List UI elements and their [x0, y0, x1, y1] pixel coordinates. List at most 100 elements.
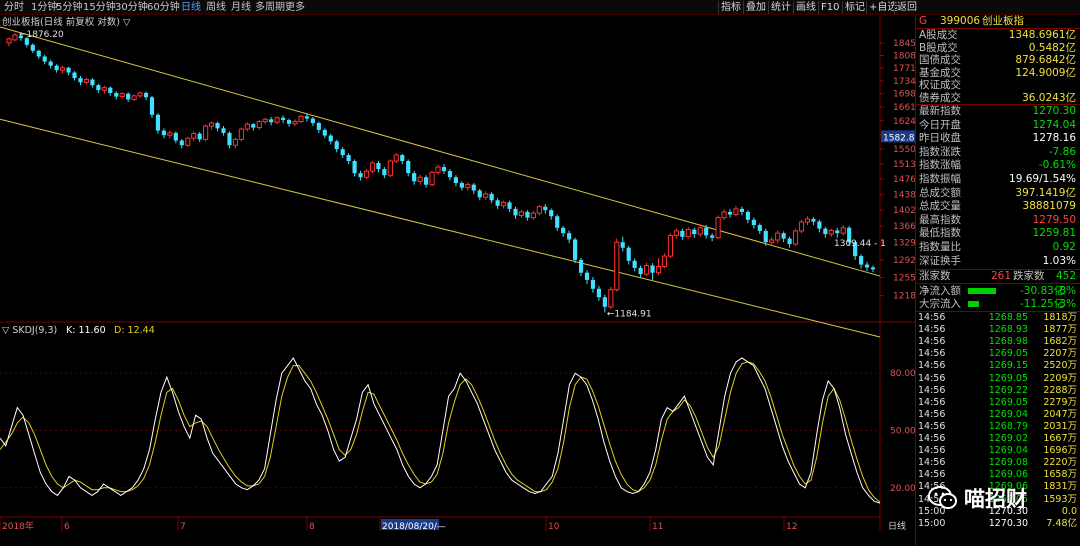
candle-body — [751, 219, 756, 226]
candle-body — [90, 79, 95, 86]
candle-body — [447, 171, 453, 178]
stat-row-1: B股成交 0.5482亿 — [916, 42, 1080, 55]
candle-body — [191, 133, 197, 139]
flow-label-1: 大宗流入 — [919, 298, 961, 310]
price-axis-label-15: 1292 — [893, 256, 915, 266]
quote-row-7-value: 38881079 — [1022, 200, 1076, 213]
price-axis-label-2: 1771 — [893, 64, 915, 74]
period-tab-4[interactable]: 30分钟 — [115, 1, 148, 14]
flow-row-0: 净流入额 -30.83亿 -8% — [916, 285, 1080, 298]
tick-row: 14:56 1268.98 1682万 — [916, 336, 1080, 348]
candle-body — [757, 225, 762, 231]
period-tab-0[interactable]: 分时 — [4, 1, 24, 14]
candle-body — [817, 221, 822, 229]
tick-row: 14:56 1269.15 2520万 — [916, 361, 1080, 372]
candle-body — [143, 92, 149, 98]
period-tab-7[interactable]: 周线 — [206, 1, 226, 14]
period-tab-6[interactable]: 日线 — [181, 1, 201, 14]
candle-body — [256, 121, 262, 129]
period-tab-10[interactable]: 更多 — [285, 1, 305, 14]
candle-body — [518, 211, 525, 216]
candle-body — [483, 193, 489, 198]
candle-body — [316, 123, 321, 130]
period-tab-8[interactable]: 月线 — [231, 1, 251, 14]
stat-row-5: 债券成交 36.0243亿 — [916, 92, 1080, 105]
price-axis-label-3: 1734 — [893, 77, 915, 87]
period-tab-3[interactable]: 15分钟 — [83, 1, 116, 14]
candle-body — [334, 141, 339, 150]
candle-body — [787, 238, 792, 245]
candle-body — [763, 230, 768, 243]
tick-row: 14:56 1268.79 2031万 — [916, 421, 1080, 433]
quote-row-1-label: 今日开盘 — [919, 118, 961, 131]
candle-body — [608, 289, 614, 308]
tick-row: 14:56 1269.05 2279万 — [916, 397, 1080, 409]
tick-price: 1268.85 — [988, 312, 1028, 323]
skdj-d-line — [0, 361, 881, 503]
candle-body — [632, 260, 637, 268]
stat-row-0-value: 1348.6961亿 — [1008, 29, 1076, 41]
toolbar-button-1[interactable]: 叠加 — [743, 1, 768, 14]
candle-body — [792, 230, 799, 245]
period-tab-2[interactable]: 5分钟 — [56, 1, 82, 14]
kline-chart[interactable]: 1845180817711734169816611624158715501513… — [0, 15, 915, 531]
candle-body — [185, 137, 191, 146]
stat-row-0: A股成交 1348.6961亿 — [916, 29, 1080, 42]
toolbar-button-0[interactable]: 指标 — [718, 1, 743, 14]
tick-price: 1269.15 — [988, 360, 1028, 372]
candle-body — [626, 247, 631, 261]
candle-body — [840, 227, 846, 234]
candle-body — [650, 265, 655, 273]
quote-row-2-value: 1278.16 — [1032, 132, 1076, 145]
candle-body — [322, 129, 327, 136]
quote-row-6-value: 397.1419亿 — [1015, 186, 1076, 199]
quote-row-6-label: 总成交额 — [919, 186, 961, 199]
candle-body — [274, 117, 280, 123]
period-tab-5[interactable]: 60分钟 — [147, 1, 180, 14]
candle-body — [197, 133, 202, 140]
candle-body — [376, 163, 381, 170]
candle-body — [727, 211, 733, 215]
toolbar-button-2[interactable]: 统计 — [768, 1, 793, 14]
date-axis-label-3: 8 — [309, 522, 315, 531]
toolbar-button-3[interactable]: 画线 — [793, 1, 818, 14]
price-axis-label-10: 1476 — [893, 175, 915, 185]
quote-row-9-label: 最低指数 — [919, 227, 961, 240]
stat-row-0-label: A股成交 — [919, 29, 958, 41]
candle-body — [661, 255, 668, 267]
candle-body — [536, 206, 542, 214]
candle-body — [369, 162, 376, 172]
price-axis-label-11: 1438 — [893, 191, 915, 201]
candle-body — [406, 161, 411, 174]
tick-row: 14:56 1268.85 1818万 — [916, 312, 1080, 324]
candle-body — [804, 218, 811, 223]
wechat-icon — [928, 486, 957, 509]
chart-title: 创业板指(日线 前复权 对数) ▽ — [2, 16, 131, 28]
candle-body — [101, 87, 107, 91]
candle-body — [680, 230, 685, 237]
candle-body — [561, 227, 566, 234]
watermark-text: 喵招财 — [964, 487, 1027, 511]
quote-row-0: 最新指数 1270.30 — [916, 105, 1080, 118]
candle-body — [203, 125, 209, 140]
candle-body — [697, 227, 703, 235]
candle-body — [269, 119, 274, 123]
toolbar-button-5[interactable]: 标记 — [842, 1, 867, 14]
candle-body — [673, 230, 679, 236]
tick-price: 1269.05 — [988, 348, 1028, 360]
date-axis-label-6: 11 — [652, 522, 663, 531]
period-tab-1[interactable]: 1分钟 — [31, 1, 57, 14]
period-tab-9[interactable]: 多周期 — [255, 1, 285, 14]
candle-body — [477, 190, 482, 198]
tick-price: 1269.22 — [988, 384, 1028, 396]
tick-volume: 1877万 — [1043, 324, 1077, 336]
candle-body — [54, 65, 59, 71]
candle-body — [352, 161, 357, 174]
toolbar-button-7[interactable]: 返回 — [894, 1, 919, 14]
candle-body — [137, 92, 143, 97]
low-marker: ←1184.91 — [607, 309, 652, 319]
candle-body — [304, 116, 310, 119]
toolbar-button-4[interactable]: F10 — [818, 1, 841, 14]
candle-body — [96, 85, 101, 91]
tick-time: 14:56 — [918, 433, 946, 444]
